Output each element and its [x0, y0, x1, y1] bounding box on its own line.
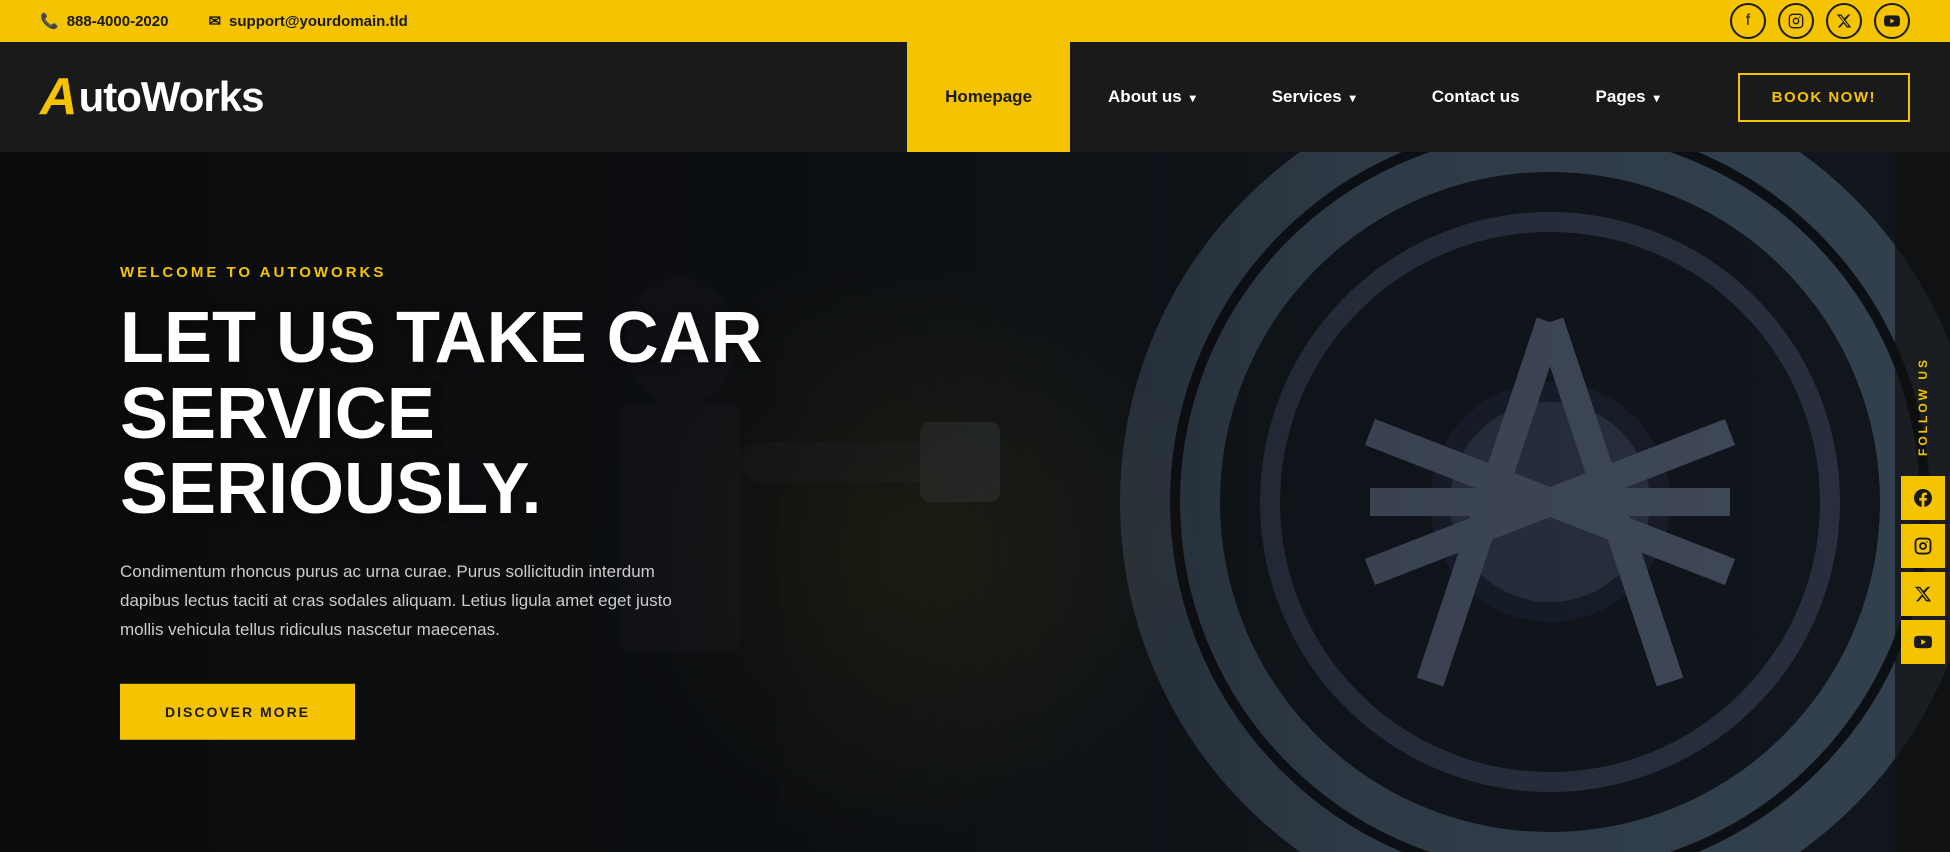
phone-contact[interactable]: 📞 888-4000-2020	[40, 12, 168, 30]
logo-a: A	[40, 67, 77, 127]
follow-us-sidebar: FOLLOW US	[1895, 152, 1950, 852]
hero-title-line2: SERVICE SERIOUSLY.	[120, 373, 542, 529]
navbar: A utoWorks Homepage About us ▾ Services …	[0, 42, 1950, 152]
phone-icon: 📞	[40, 12, 59, 30]
nav-links: Homepage About us ▾ Services ▾ Contact u…	[907, 42, 1698, 152]
logo-rest: utoWorks	[79, 73, 264, 121]
phone-number: 888-4000-2020	[67, 13, 169, 30]
hero-title-line1: LET US TAKE CAR	[120, 298, 763, 378]
nav-item-services[interactable]: Services ▾	[1234, 42, 1394, 152]
top-bar-contacts: 📞 888-4000-2020 ✉ support@yourdomain.tld	[40, 12, 408, 30]
services-chevron-icon: ▾	[1350, 91, 1356, 105]
logo[interactable]: A utoWorks	[40, 67, 263, 127]
side-facebook-icon[interactable]	[1901, 476, 1945, 520]
nav-item-homepage[interactable]: Homepage	[907, 42, 1070, 152]
about-chevron-icon: ▾	[1190, 91, 1196, 105]
follow-label: FOLLOW US	[1916, 337, 1930, 456]
discover-more-button[interactable]: DISCOVER MORE	[120, 684, 355, 740]
side-instagram-icon[interactable]	[1901, 524, 1945, 568]
pages-chevron-icon: ▾	[1654, 91, 1660, 105]
side-twitter-icon[interactable]	[1901, 572, 1945, 616]
hero-description: Condimentum rhoncus purus ac urna curae.…	[120, 558, 680, 645]
email-contact[interactable]: ✉ support@yourdomain.tld	[208, 12, 407, 30]
nav-item-contact[interactable]: Contact us	[1394, 42, 1558, 152]
instagram-icon-top[interactable]	[1778, 3, 1814, 39]
top-bar: 📞 888-4000-2020 ✉ support@yourdomain.tld…	[0, 0, 1950, 42]
hero-section: WELCOME TO AUTOWORKS LET US TAKE CAR SER…	[0, 152, 1950, 852]
facebook-icon-top[interactable]: f	[1730, 3, 1766, 39]
youtube-icon-top[interactable]	[1874, 3, 1910, 39]
email-address: support@yourdomain.tld	[229, 13, 408, 30]
twitter-icon-top[interactable]	[1826, 3, 1862, 39]
hero-content: WELCOME TO AUTOWORKS LET US TAKE CAR SER…	[120, 264, 820, 740]
nav-item-about[interactable]: About us ▾	[1070, 42, 1234, 152]
nav-item-pages[interactable]: Pages ▾	[1558, 42, 1698, 152]
side-youtube-icon[interactable]	[1901, 620, 1945, 664]
email-icon: ✉	[208, 12, 221, 30]
book-now-button[interactable]: BOOK NOW!	[1738, 73, 1910, 122]
hero-welcome-text: WELCOME TO AUTOWORKS	[120, 264, 820, 281]
hero-title: LET US TAKE CAR SERVICE SERIOUSLY.	[120, 301, 820, 528]
top-bar-socials: f	[1730, 3, 1910, 39]
